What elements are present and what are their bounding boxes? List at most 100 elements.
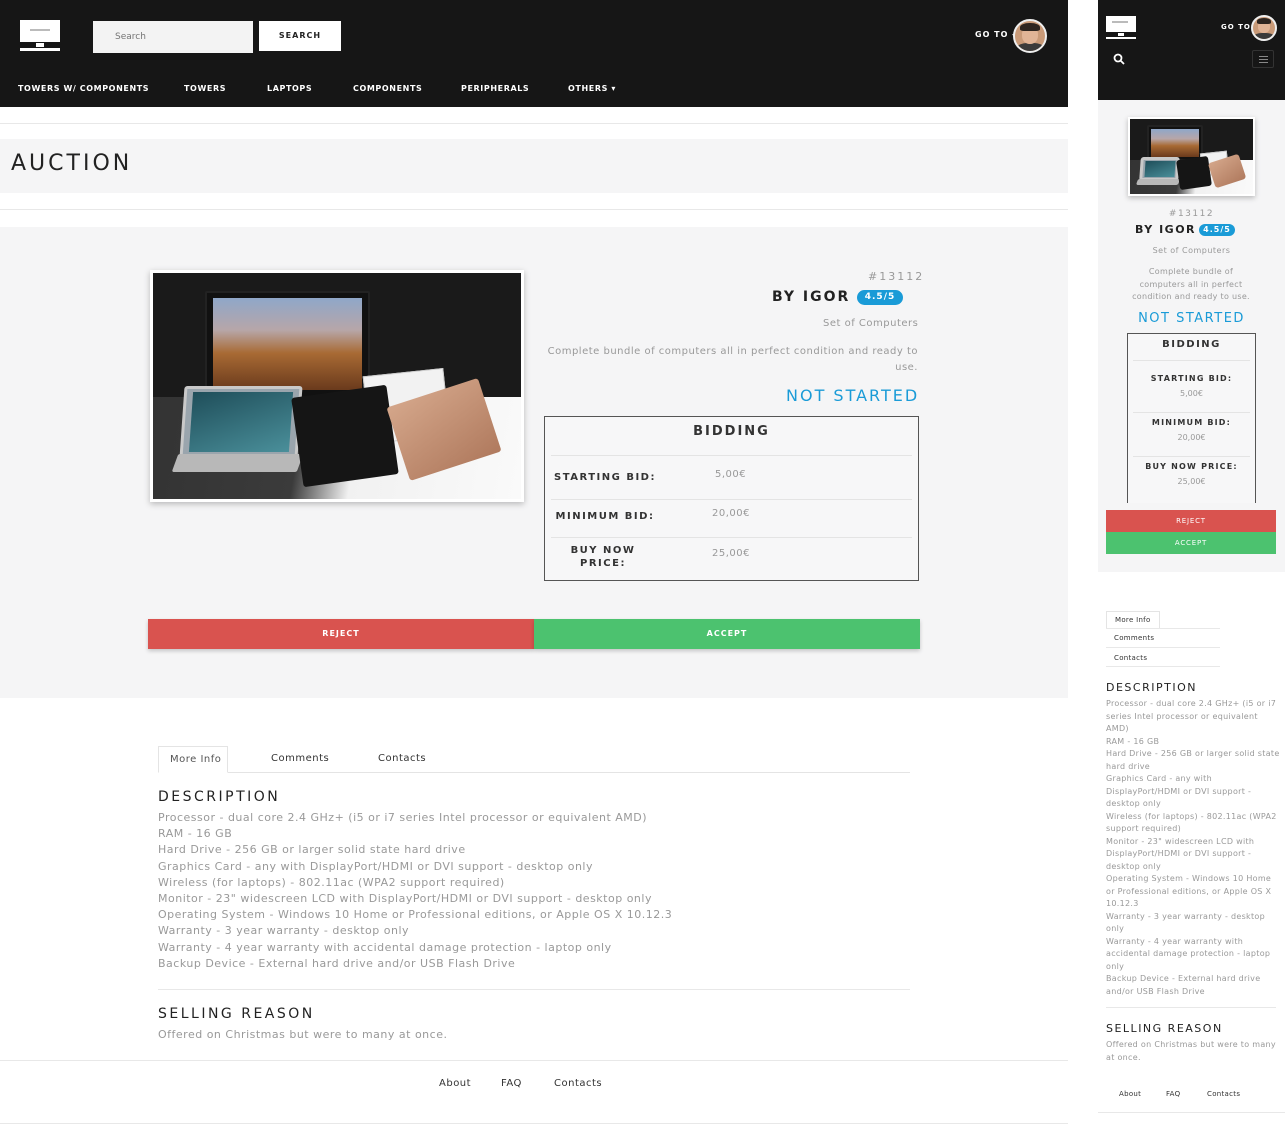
list-item: Processor - dual core 2.4 GHz+ (i5 or i7… [1106,699,1277,733]
title-band [0,139,1068,193]
product-description: Complete bundle of computers all in perf… [547,346,918,373]
tab-more-info[interactable]: More Info [1106,611,1160,629]
product-category: Set of Computers [1152,246,1231,255]
buy-now-price-label: BUY NOW PRICE: [1145,462,1238,471]
product-id: #13112 [868,270,925,283]
list-item: Graphics Card - any with DisplayPort/HDM… [158,859,593,873]
seller-name[interactable]: BY IGOR [772,289,850,305]
buy-now-price-value: 25,00€ [712,548,750,559]
logo-icon[interactable] [1106,16,1138,42]
list-item: Warranty - 4 year warranty with accident… [158,940,612,954]
reject-button[interactable]: REJECT [148,619,534,649]
tab-more-info[interactable]: More Info [158,746,228,773]
nav-item-towers-with-components[interactable]: TOWERS W/ COMPONENTS [18,84,149,93]
list-item: RAM - 16 GB [1106,736,1160,746]
footer-link-about[interactable]: About [439,1078,471,1089]
nav-item-towers[interactable]: TOWERS [184,84,226,93]
tabs-divider [1106,666,1220,667]
list-item: Warranty - 4 year warranty with accident… [1106,936,1271,971]
description-list: Processor - dual core 2.4 GHz+ (i5 or i7… [158,810,908,972]
bidding-title: BIDDING [693,424,770,439]
seller-name[interactable]: BY IGOR [1135,223,1196,236]
list-item: Wireless (for laptops) - 802.11ac (WPA2 … [1106,811,1277,834]
footer-link-contacts[interactable]: Contacts [554,1078,602,1089]
selling-reason-title: SELLING REASON [158,1006,315,1022]
starting-bid-value: 5,00€ [715,469,747,480]
footer-divider [0,1060,1068,1061]
product-description: Complete bundle of computers all in perf… [1132,267,1250,301]
bidding-panel: BIDDING STARTING BID: 5,00€ MINIMUM BID:… [1127,333,1256,503]
divider [1106,1007,1276,1008]
list-item: RAM - 16 GB [158,827,233,841]
auction-status: NOT STARTED [786,386,920,405]
tab-comments[interactable]: Comments [1114,634,1154,642]
page-title: AUCTION [11,151,133,176]
tabs-divider [158,772,910,773]
logo-icon[interactable] [20,20,62,54]
mobile-header: GO TO ▾ [1098,0,1285,100]
buy-now-price-value: 25,00€ [1177,477,1206,486]
selling-reason-text: Offered on Christmas but were to many at… [1106,1040,1276,1062]
search-input[interactable] [93,21,253,53]
category-nav: TOWERS W/ COMPONENTS TOWERS LAPTOPS COMP… [0,84,1068,98]
avatar[interactable] [1251,15,1277,41]
goto-dropdown[interactable]: GO TO ▾ [975,30,1016,39]
nav-item-components[interactable]: COMPONENTS [353,84,422,93]
list-item: Operating System - Windows 10 Home or Pr… [1106,874,1272,908]
list-item: Processor - dual core 2.4 GHz+ (i5 or i7… [158,811,648,824]
bidding-panel: BIDDING STARTING BID: 5,00€ MINIMUM BID:… [544,416,919,581]
starting-bid-label: STARTING BID: [1150,374,1233,383]
list-item: Warranty - 3 year warranty - desktop onl… [158,924,410,938]
tab-contacts[interactable]: Contacts [378,753,426,764]
nav-item-others[interactable]: OTHERS ▾ [568,84,616,93]
divider [158,989,910,990]
list-item: Wireless (for laptops) - 802.11ac (WPA2 … [158,875,505,889]
accept-button[interactable]: ACCEPT [534,619,920,649]
nav-item-peripherals[interactable]: PERIPHERALS [461,84,529,93]
list-item: Monitor - 23" widescreen LCD with Displa… [158,892,652,906]
tab-comments[interactable]: Comments [271,753,329,764]
hamburger-menu-icon[interactable] [1252,50,1274,68]
minimum-bid-label: MINIMUM BID: [1151,418,1232,427]
list-item: Monitor - 23" widescreen LCD with Displa… [1106,836,1255,871]
mobile-view: GO TO ▾ #13112 BY IGOR 4.5/5 Set of Comp… [1098,0,1285,1125]
tab-contacts[interactable]: Contacts [1114,654,1147,662]
list-item: Warranty - 3 year warranty - desktop onl… [1106,911,1265,934]
list-item: Hard Drive - 256 GB or larger solid stat… [158,843,466,857]
rating-badge: 4.5/5 [1199,224,1235,236]
nav-item-laptops[interactable]: LAPTOPS [267,84,312,93]
minimum-bid-value: 20,00€ [712,508,750,519]
minimum-bid-label: MINIMUM BID: [555,511,655,522]
description-list: Processor - dual core 2.4 GHz+ (i5 or i7… [1106,698,1281,998]
accept-button[interactable]: ACCEPT [1106,532,1276,554]
list-item: Operating System - Windows 10 Home or Pr… [158,908,673,922]
list-item: Hard Drive - 256 GB or larger solid stat… [1106,749,1280,771]
starting-bid-value: 5,00€ [1180,389,1203,398]
footer-link-faq[interactable]: FAQ [1166,1090,1180,1098]
list-item: Backup Device - External hard drive and/… [1106,974,1261,996]
description-title: DESCRIPTION [158,789,281,805]
divider [0,1123,1068,1124]
product-image[interactable] [150,270,524,502]
desktop-view: SEARCH GO TO ▾ TOWERS W/ COMPONENTS TOWE… [0,0,1068,1125]
top-header: SEARCH GO TO ▾ TOWERS W/ COMPONENTS TOWE… [0,0,1068,107]
list-item: Backup Device - External hard drive and/… [158,956,516,970]
bidding-title: BIDDING [1162,339,1221,350]
selling-reason-title: SELLING REASON [1106,1022,1223,1035]
search-icon[interactable] [1113,53,1125,65]
search-button[interactable]: SEARCH [259,21,341,51]
footer-link-faq[interactable]: FAQ [501,1078,522,1089]
goto-label: GO TO [975,30,1009,39]
avatar[interactable] [1013,19,1047,53]
goto-label: GO TO [1221,23,1251,31]
divider [0,209,1068,210]
selling-reason-text: Offered on Christmas but were to many at… [158,1028,448,1041]
footer-link-about[interactable]: About [1119,1090,1141,1098]
footer-link-contacts[interactable]: Contacts [1207,1090,1240,1098]
product-image[interactable] [1128,117,1255,196]
reject-button[interactable]: REJECT [1106,510,1276,532]
tabs-divider [1106,647,1220,648]
list-item: Graphics Card - any with DisplayPort/HDM… [1106,774,1252,808]
product-category: Set of Computers [823,318,919,329]
footer-divider [1098,1112,1285,1113]
